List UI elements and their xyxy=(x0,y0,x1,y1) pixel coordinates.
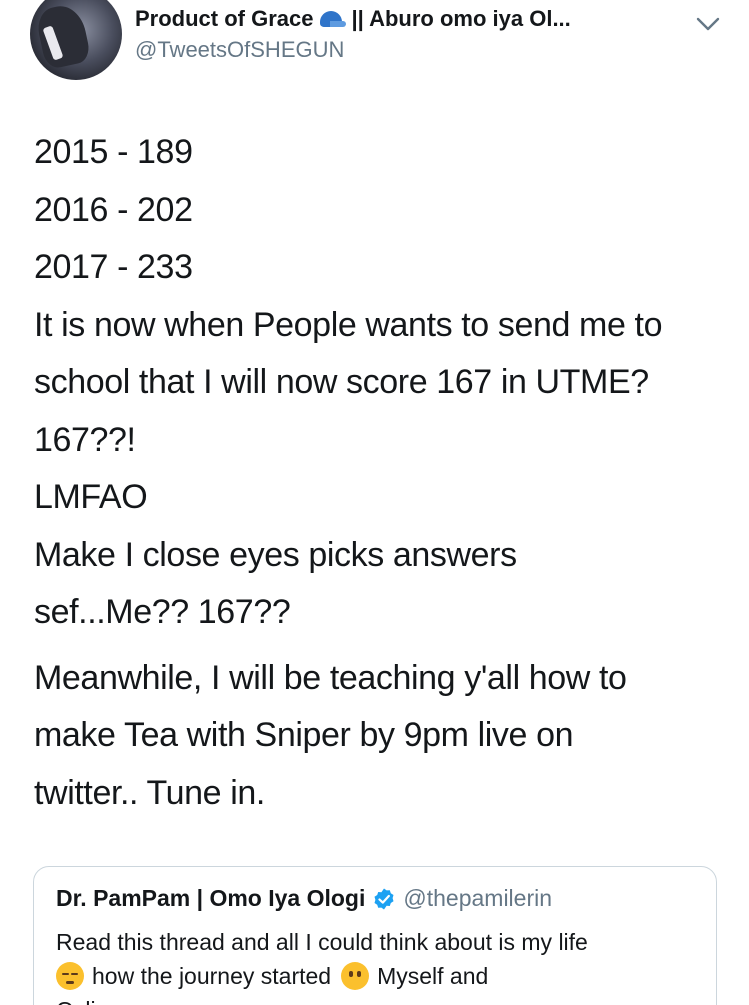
avatar-hood-shape xyxy=(34,1,92,71)
tweet-line: Make I close eyes picks answers xyxy=(34,535,517,574)
tweet-line: sef...Me?? 167?? xyxy=(34,593,291,631)
author-handle[interactable]: @TweetsOfSHEGUN xyxy=(135,37,675,63)
tweet-line: make Tea with Sniper by 9pm live on xyxy=(34,716,574,754)
quoted-text-segment: Myself and xyxy=(377,963,489,989)
chevron-down-icon[interactable] xyxy=(694,10,722,38)
tweet-line: 2015 - 189 xyxy=(34,133,193,171)
quoted-tweet-card[interactable]: Dr. PamPam | Omo Iya Ologi @thepamilerin… xyxy=(33,866,717,1005)
quoted-text-line: Oclineaway... xyxy=(56,993,706,1005)
quoted-text-segment: how the journey started xyxy=(92,963,332,989)
blue-cap-icon xyxy=(317,9,347,29)
tweet-header: Product of Grace || Aburo omo iya Ol... … xyxy=(0,0,749,90)
quoted-tweet-text: Read this thread and all I could think a… xyxy=(56,925,706,1005)
tweet-line: It is now when People wants to send me t… xyxy=(34,305,663,344)
tweet-line: 167??! xyxy=(34,420,136,459)
pensive-face-icon xyxy=(56,962,84,990)
display-name-part1: Product of Grace xyxy=(135,6,314,31)
quoted-tweet-header: Dr. PamPam | Omo Iya Ologi @thepamilerin xyxy=(56,885,552,912)
tweet-text: 2015 - 189 2016 - 202 2017 - 233 It is n… xyxy=(34,124,724,822)
tweet-line: school that I will now score 167 in UTME… xyxy=(34,363,649,401)
verified-badge-icon xyxy=(374,888,394,909)
quoted-author-handle[interactable]: @thepamilerin xyxy=(403,885,552,912)
face-without-mouth-icon xyxy=(341,962,370,990)
quoted-text-line: Read this thread and all I could think a… xyxy=(56,929,588,955)
display-name[interactable]: Product of Grace || Aburo omo iya Ol... xyxy=(135,4,675,34)
tweet-line: LMFAO xyxy=(34,478,148,516)
tweet-line: 2016 - 202 xyxy=(34,190,193,229)
quoted-author-name[interactable]: Dr. PamPam | Omo Iya Ologi xyxy=(56,885,365,912)
author-info[interactable]: Product of Grace || Aburo omo iya Ol... … xyxy=(135,4,675,63)
tweet-line: 2017 - 233 xyxy=(34,248,193,286)
quoted-text-line: how the journey started Myself and xyxy=(56,959,706,993)
tweet-line: Meanwhile, I will be teaching y'all how … xyxy=(34,658,627,697)
avatar[interactable] xyxy=(30,0,122,80)
tweet-line: twitter.. Tune in. xyxy=(34,773,265,812)
display-name-part2: || Aburo omo iya Ol... xyxy=(351,6,571,31)
